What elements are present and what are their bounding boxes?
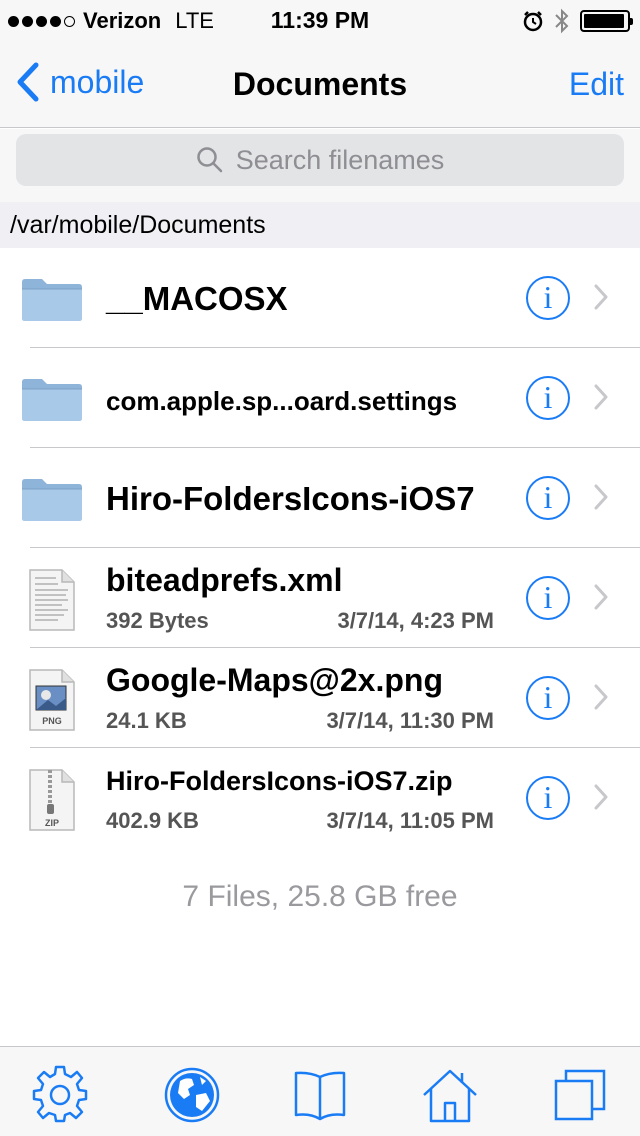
chevron-right-icon bbox=[594, 384, 608, 410]
globe-icon[interactable] bbox=[162, 1065, 222, 1125]
file-name: com.apple.sp...oard.settings bbox=[106, 386, 458, 416]
status-right bbox=[522, 8, 633, 34]
info-button[interactable]: i bbox=[526, 776, 570, 820]
file-size: 392 Bytes bbox=[106, 608, 209, 633]
list-item[interactable]: biteadprefs.xml 392 Bytes 3/7/14, 4:23 P… bbox=[0, 548, 640, 648]
file-name: Google-Maps@2x.png bbox=[106, 662, 443, 698]
file-date: 3/7/14, 4:23 PM bbox=[337, 608, 494, 633]
list-item[interactable]: PNG Google-Maps@2x.png 24.1 KB 3/7/14, 1… bbox=[0, 648, 640, 748]
file-name: biteadprefs.xml bbox=[106, 562, 343, 598]
file-name: Hiro-FoldersIcons-iOS7 bbox=[106, 480, 475, 517]
search-area: Search filenames bbox=[0, 129, 640, 202]
zip-badge: ZIP bbox=[45, 818, 59, 828]
book-icon[interactable] bbox=[290, 1065, 350, 1125]
battery-fill bbox=[584, 14, 624, 28]
file-name: __MACOSX bbox=[106, 280, 288, 317]
edit-button[interactable]: Edit bbox=[569, 66, 624, 103]
file-size: 402.9 KB bbox=[106, 808, 199, 833]
search-icon bbox=[196, 147, 222, 173]
info-button[interactable]: i bbox=[526, 376, 570, 420]
chevron-right-icon bbox=[594, 684, 608, 710]
windows-icon[interactable] bbox=[550, 1065, 610, 1125]
image-document-icon: PNG bbox=[29, 669, 75, 731]
navigation-bar: mobile Documents Edit bbox=[0, 40, 640, 128]
info-button[interactable]: i bbox=[526, 676, 570, 720]
home-icon[interactable] bbox=[420, 1065, 480, 1125]
chevron-right-icon bbox=[594, 284, 608, 310]
file-date: 3/7/14, 11:30 PM bbox=[326, 708, 494, 733]
folder-icon bbox=[22, 479, 82, 521]
zip-archive-icon: ZIP bbox=[29, 769, 75, 831]
list-item[interactable]: ZIP Hiro-FoldersIcons-iOS7.zip 402.9 KB … bbox=[0, 748, 640, 848]
gear-icon[interactable] bbox=[30, 1065, 90, 1125]
storage-summary: 7 Files, 25.8 GB free bbox=[182, 880, 458, 913]
chevron-right-icon bbox=[594, 784, 608, 810]
list-item[interactable]: Hiro-FoldersIcons-iOS7 i bbox=[0, 448, 640, 548]
png-badge: PNG bbox=[42, 716, 62, 726]
path-header: /var/mobile/Documents bbox=[0, 202, 640, 248]
info-button[interactable]: i bbox=[526, 576, 570, 620]
file-name: Hiro-FoldersIcons-iOS7.zip bbox=[106, 766, 453, 796]
file-date: 3/7/14, 11:05 PM bbox=[326, 808, 494, 833]
folder-icon bbox=[22, 379, 82, 421]
chevron-right-icon bbox=[594, 584, 608, 610]
status-bar: Verizon LTE 11:39 PM bbox=[0, 0, 640, 40]
alarm-icon bbox=[523, 11, 543, 32]
battery-icon bbox=[580, 10, 633, 32]
chevron-right-icon bbox=[594, 484, 608, 510]
file-size: 24.1 KB bbox=[106, 708, 187, 733]
search-placeholder: Search filenames bbox=[235, 144, 445, 175]
tab-bar bbox=[0, 1046, 640, 1136]
text-document-icon bbox=[29, 569, 75, 631]
back-button[interactable]: mobile bbox=[16, 62, 144, 102]
list-item[interactable]: com.apple.sp...oard.settings i bbox=[0, 348, 640, 448]
folder-icon bbox=[22, 279, 82, 321]
info-button[interactable]: i bbox=[526, 476, 570, 520]
back-button-label: mobile bbox=[50, 63, 145, 100]
file-list: __MACOSX i com.apple.sp...oard.settings … bbox=[0, 248, 640, 848]
list-item[interactable]: __MACOSX i bbox=[0, 248, 640, 348]
info-button[interactable]: i bbox=[526, 276, 570, 320]
search-input[interactable]: Search filenames bbox=[16, 134, 624, 186]
chevron-left-icon bbox=[17, 62, 39, 102]
bluetooth-icon bbox=[555, 8, 569, 34]
